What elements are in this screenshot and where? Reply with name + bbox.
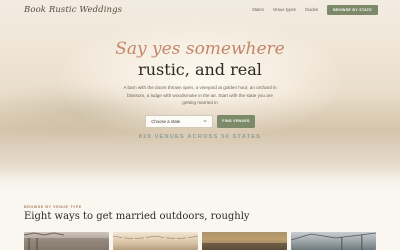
hero-content: Say yes somewhere rustic, and real A bar…: [0, 40, 400, 140]
nav-links: States Venue types Guides BROWSE BY STAT…: [243, 4, 378, 15]
hero-tagline-script: Say yes somewhere: [115, 39, 285, 59]
nav-link-states[interactable]: States: [252, 7, 264, 12]
barn-image: [24, 232, 109, 250]
vineyard-image: [202, 232, 287, 250]
venue-type-card-pavilion[interactable]: [291, 232, 376, 250]
nav-link-guides[interactable]: Guides: [305, 7, 318, 12]
venue-type-cards: [24, 232, 376, 250]
pavilion-image: [291, 232, 376, 250]
nav-link-venue-types[interactable]: Venue types: [273, 7, 296, 12]
browse-by-state-button[interactable]: BROWSE BY STATE: [327, 4, 378, 15]
venue-type-card-vineyard[interactable]: [202, 232, 287, 250]
hero-description: A barn with the doors thrown open, a vin…: [123, 85, 277, 106]
site-logo[interactable]: Book Rustic Weddings: [24, 5, 122, 15]
state-select-value: Choose a state: [151, 118, 181, 124]
state-select[interactable]: Choose a state: [145, 114, 214, 128]
hero-tagline-serif: rustic, and real: [138, 60, 262, 79]
state-search: Choose a state FIND VENUES: [0, 114, 400, 128]
chevron-down-icon: [203, 120, 207, 123]
venue-type-card-string-lights[interactable]: [113, 232, 198, 250]
venue-type-card-barn[interactable]: [24, 232, 109, 250]
top-nav: Book Rustic Weddings States Venue types …: [0, 0, 400, 19]
find-venues-button[interactable]: FIND VENUES: [217, 114, 255, 128]
section-title: Eight ways to get married outdoors, roug…: [24, 211, 250, 222]
string-lights-image: [113, 235, 198, 240]
section-eyebrow: BROWSE BY VENUE TYPE: [24, 205, 82, 209]
venue-count: 829 VENUES ACROSS 50 STATES: [138, 133, 262, 140]
